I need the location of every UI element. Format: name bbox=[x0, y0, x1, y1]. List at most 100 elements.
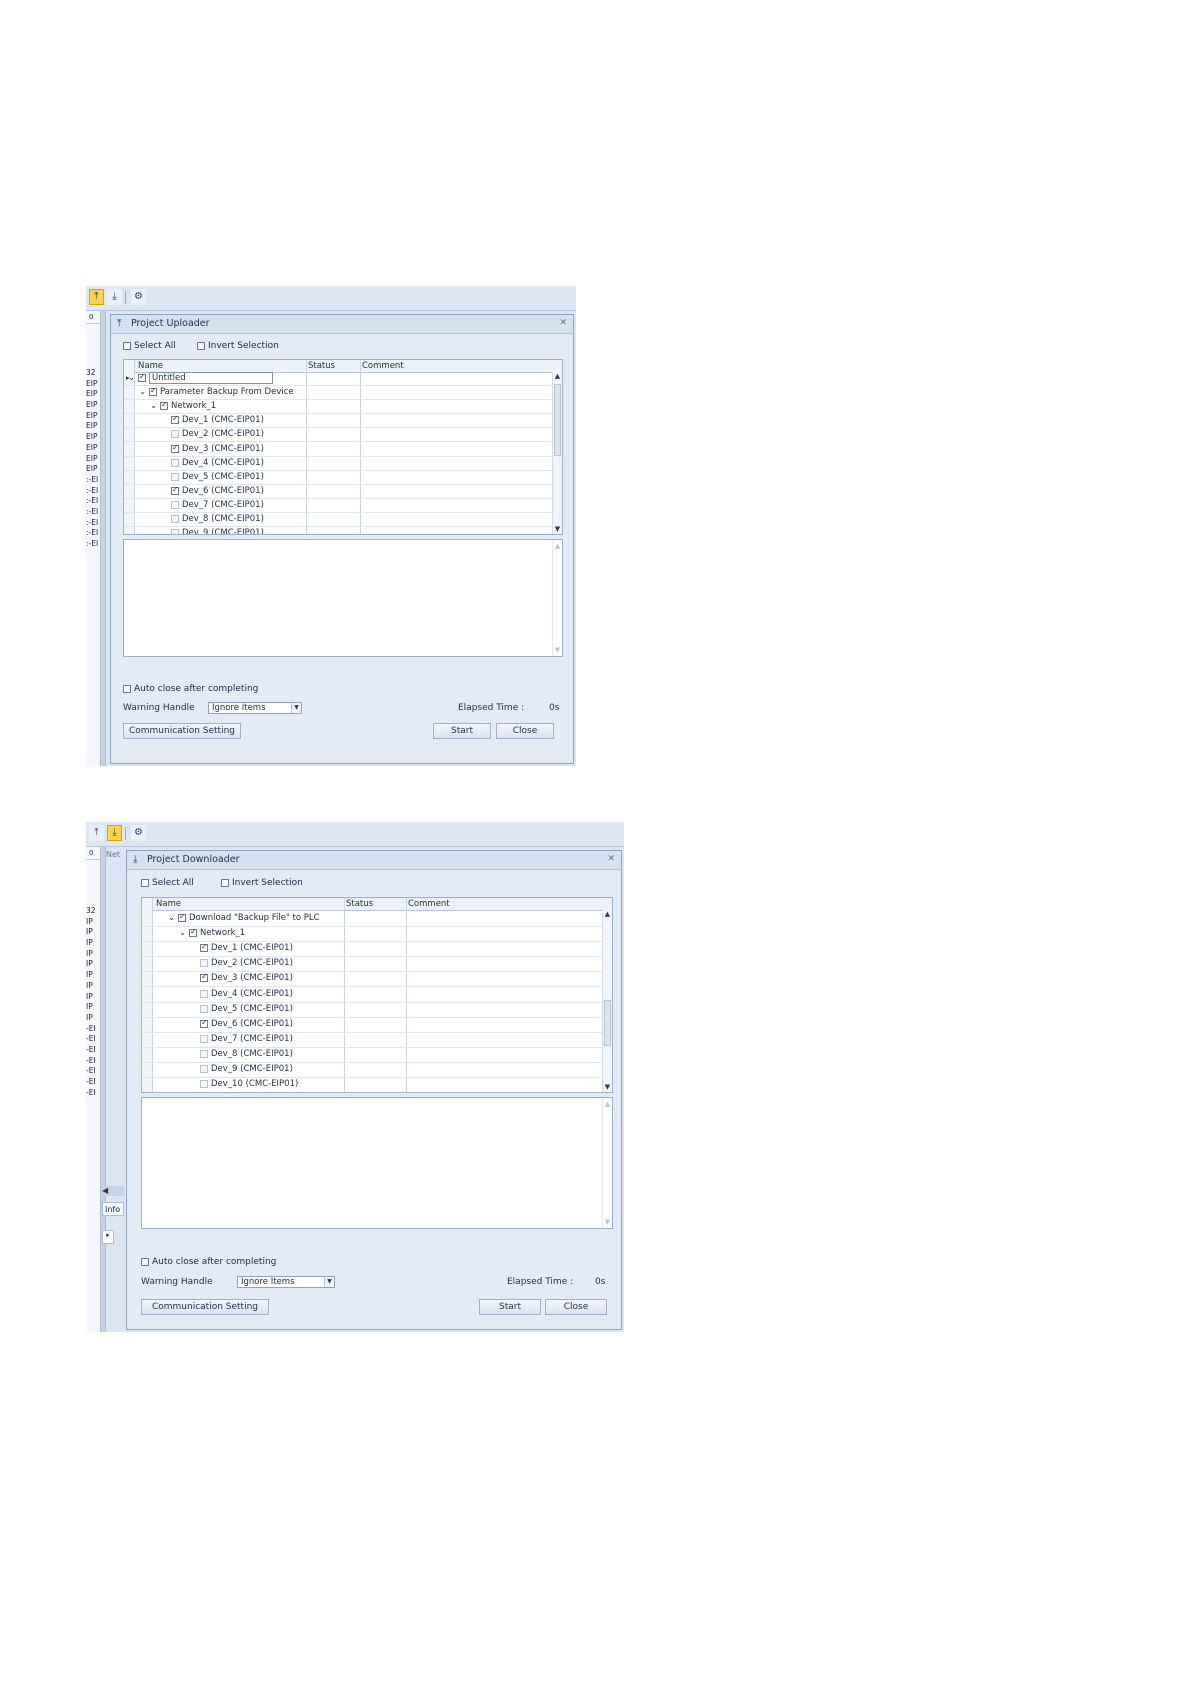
tree-row[interactable]: ⌄ Network_1 bbox=[124, 400, 554, 415]
tree-row[interactable]: Dev_3 (CMC-EIP01) bbox=[142, 972, 604, 988]
row-checkbox[interactable] bbox=[200, 1065, 208, 1073]
tree-item-fragment[interactable]: EIP bbox=[86, 421, 100, 432]
tree-item-fragment[interactable]: -EI bbox=[86, 1045, 100, 1056]
output-log[interactable]: ▲ ▼ bbox=[141, 1097, 613, 1229]
tree-row[interactable]: Dev_8 (CMC-EIP01) bbox=[124, 513, 554, 528]
name-column-header[interactable]: Name bbox=[138, 361, 163, 371]
row-checkbox[interactable] bbox=[171, 458, 179, 467]
auto-close-checkbox[interactable]: Auto close after completing bbox=[141, 1257, 276, 1268]
tree-item-fragment[interactable]: :-EI bbox=[86, 539, 100, 550]
row-checkbox[interactable] bbox=[200, 942, 208, 953]
scroll-left-icon[interactable]: ◀ bbox=[102, 1186, 124, 1196]
tree-item-fragment[interactable]: EIP bbox=[86, 411, 100, 422]
grid-scrollbar[interactable]: ▲ ▼ bbox=[602, 910, 612, 1092]
tree-item-fragment[interactable]: :-EI bbox=[86, 475, 100, 486]
tree-item-fragment[interactable]: EIP bbox=[86, 464, 100, 475]
tree-item-fragment[interactable]: 32 bbox=[86, 368, 100, 379]
panel-splitter[interactable] bbox=[100, 311, 106, 766]
tree-item-fragment[interactable]: -EI bbox=[86, 1088, 100, 1099]
tree-item-fragment[interactable]: 32 bbox=[86, 906, 100, 917]
row-checkbox[interactable] bbox=[171, 500, 179, 509]
tree-row[interactable]: Dev_7 (CMC-EIP01) bbox=[124, 499, 554, 513]
log-scrollbar[interactable]: ▲ ▼ bbox=[552, 540, 562, 656]
select-all-checkbox[interactable]: Select All bbox=[141, 878, 194, 889]
row-checkbox[interactable] bbox=[171, 485, 179, 495]
close-button[interactable]: Close bbox=[496, 723, 554, 739]
tree-row[interactable]: Dev_3 (CMC-EIP01) bbox=[124, 443, 554, 457]
tree-row[interactable]: ⌄ Parameter Backup From Device bbox=[124, 386, 554, 401]
tree-row[interactable]: ⌄ Download "Backup File" to PLC bbox=[142, 912, 604, 928]
status-column-header[interactable]: Status bbox=[346, 899, 373, 909]
tree-item-fragment[interactable]: -EI bbox=[86, 1077, 100, 1088]
tree-item-fragment[interactable]: IP bbox=[86, 959, 100, 970]
invert-selection-checkbox[interactable]: Invert Selection bbox=[197, 341, 279, 352]
tree-item-fragment[interactable]: :-EI bbox=[86, 518, 100, 529]
tree-item-fragment[interactable]: EIP bbox=[86, 379, 100, 390]
auto-close-checkbox[interactable]: Auto close after completing bbox=[123, 684, 258, 695]
tree-row[interactable]: Dev_6 (CMC-EIP01) bbox=[124, 485, 554, 499]
tree-row[interactable]: ⌄ Network_1 bbox=[142, 927, 604, 943]
tree-item-fragment[interactable]: -EI bbox=[86, 1056, 100, 1067]
chevron-down-icon[interactable]: ⌄ bbox=[139, 387, 146, 397]
row-checkbox[interactable] bbox=[189, 927, 197, 938]
warning-handle-select[interactable]: Ignore Items ▼ bbox=[208, 702, 302, 714]
row-checkbox[interactable] bbox=[200, 1034, 208, 1043]
row-checkbox[interactable] bbox=[200, 989, 208, 998]
row-checkbox[interactable] bbox=[171, 430, 179, 439]
scroll-thumb[interactable] bbox=[554, 384, 561, 456]
scroll-up-icon[interactable]: ▲ bbox=[553, 372, 562, 381]
row-checkbox[interactable] bbox=[178, 912, 186, 922]
row-checkbox[interactable] bbox=[171, 529, 179, 534]
row-checkbox[interactable] bbox=[200, 1018, 208, 1028]
tree-item-fragment[interactable]: EIP bbox=[86, 443, 100, 454]
tree-item-fragment[interactable]: IP bbox=[86, 992, 100, 1003]
log-scrollbar[interactable]: ▲ ▼ bbox=[602, 1098, 612, 1228]
row-checkbox[interactable] bbox=[200, 1080, 208, 1089]
settings-button[interactable]: ⚙ bbox=[131, 289, 146, 305]
tree-item-fragment[interactable]: IP bbox=[86, 981, 100, 992]
tree-item-fragment[interactable]: IP bbox=[86, 1002, 100, 1013]
tree-row[interactable]: Dev_6 (CMC-EIP01) bbox=[142, 1018, 604, 1033]
row-checkbox[interactable] bbox=[149, 386, 157, 397]
tree-item-fragment[interactable]: IP bbox=[86, 938, 100, 949]
comment-column-header[interactable]: Comment bbox=[362, 361, 404, 371]
tree-row[interactable]: Dev_5 (CMC-EIP01) bbox=[142, 1003, 604, 1018]
start-button[interactable]: Start bbox=[433, 723, 491, 739]
info-tab[interactable]: Info bbox=[102, 1202, 124, 1216]
grid-scrollbar[interactable]: ▲ ▼ bbox=[552, 372, 562, 534]
tree-item-fragment[interactable]: EIP bbox=[86, 432, 100, 443]
chevron-down-icon[interactable]: ⌄ bbox=[150, 401, 157, 411]
tree-row[interactable]: Dev_1 (CMC-EIP01) bbox=[142, 942, 604, 958]
tree-item-fragment[interactable]: -EI bbox=[86, 1034, 100, 1045]
chevron-down-icon[interactable]: ⌄ bbox=[168, 913, 175, 923]
tree-item-fragment[interactable]: -EI bbox=[86, 1024, 100, 1035]
scroll-thumb[interactable] bbox=[604, 1000, 611, 1046]
chevron-down-icon[interactable]: ▼ bbox=[324, 1277, 334, 1287]
close-icon[interactable]: ✕ bbox=[607, 854, 615, 864]
row-checkbox[interactable] bbox=[200, 972, 208, 983]
settings-button[interactable]: ⚙ bbox=[131, 825, 146, 841]
tree-row[interactable]: Dev_4 (CMC-EIP01) bbox=[124, 457, 554, 471]
warning-handle-select[interactable]: Ignore Items ▼ bbox=[237, 1276, 335, 1288]
tree-item-fragment[interactable]: :-EI bbox=[86, 528, 100, 539]
network-tab[interactable]: Net bbox=[106, 850, 120, 859]
tree-item-fragment[interactable]: IP bbox=[86, 970, 100, 981]
row-checkbox[interactable] bbox=[171, 515, 179, 523]
download-button[interactable]: ⤓ bbox=[107, 289, 122, 305]
upload-button[interactable]: ⤒ bbox=[89, 825, 104, 841]
tree-row[interactable]: Dev_8 (CMC-EIP01) bbox=[142, 1048, 604, 1063]
expand-arrow-icon[interactable]: ▸ bbox=[102, 1230, 114, 1244]
name-column-header[interactable]: Name bbox=[156, 899, 181, 909]
tree-row[interactable]: Dev_2 (CMC-EIP01) bbox=[124, 428, 554, 443]
row-checkbox[interactable] bbox=[171, 472, 179, 481]
tree-item-fragment[interactable]: IP bbox=[86, 949, 100, 960]
start-button[interactable]: Start bbox=[479, 1299, 541, 1315]
tree-item-fragment[interactable]: -EI bbox=[86, 1066, 100, 1077]
communication-setting-button[interactable]: Communication Setting bbox=[141, 1299, 269, 1315]
chevron-down-icon[interactable]: ▼ bbox=[291, 703, 301, 713]
comment-column-header[interactable]: Comment bbox=[408, 899, 450, 909]
tree-row[interactable]: Dev_9 (CMC-EIP01) bbox=[142, 1063, 604, 1079]
row-checkbox[interactable] bbox=[200, 959, 208, 968]
scroll-down-icon[interactable]: ▼ bbox=[553, 525, 562, 534]
status-column-header[interactable]: Status bbox=[308, 361, 335, 371]
